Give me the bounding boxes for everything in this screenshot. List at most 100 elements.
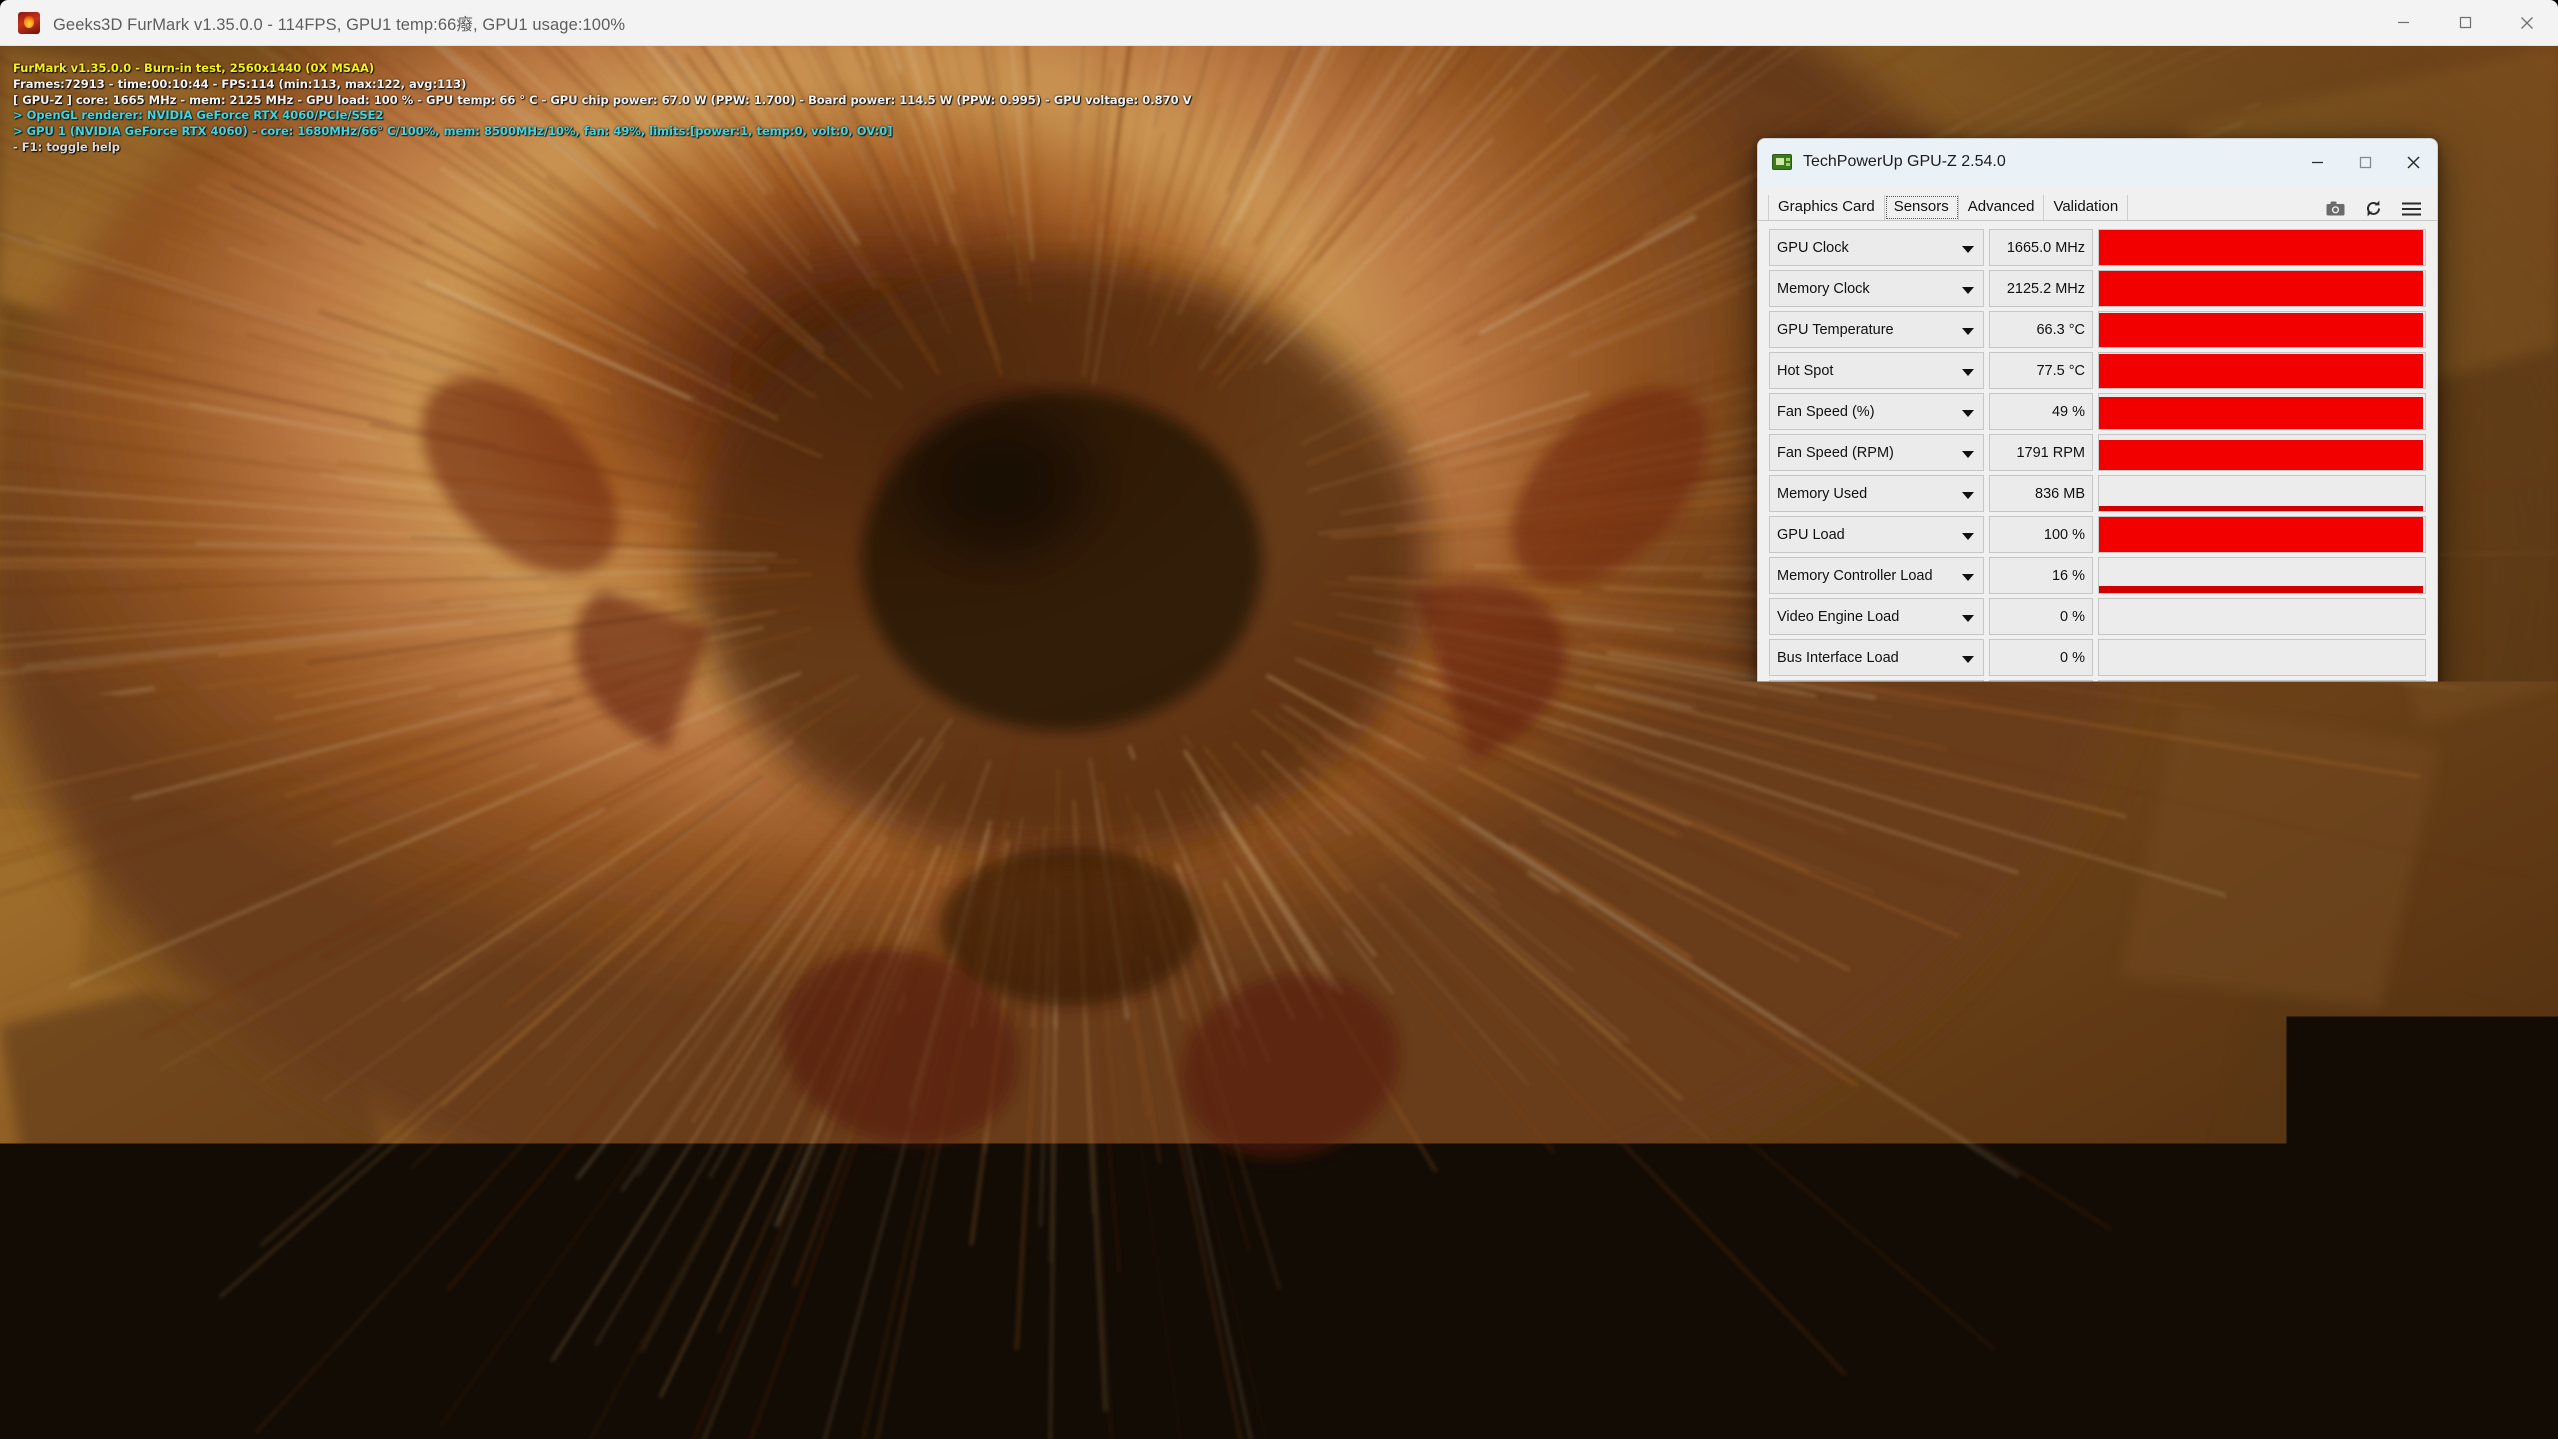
sensor-row: Bus Interface Load 0 % xyxy=(1769,639,2426,676)
furmark-maximize-button[interactable] xyxy=(2434,0,2496,46)
tab-advanced[interactable]: Advanced xyxy=(1959,195,2045,220)
hud-line-gpu1: > GPU 1 (NVIDIA GeForce RTX 4060) - core… xyxy=(13,124,1192,140)
sensor-graph xyxy=(2098,393,2426,430)
gpu-temperature-trace xyxy=(113,1291,2441,1404)
chevron-down-icon xyxy=(1962,779,1974,786)
sensor-name-dropdown[interactable]: GPU Voltage xyxy=(1769,926,1984,963)
sensor-name-dropdown[interactable]: Power Consumption (%) xyxy=(1769,844,1984,881)
sensor-row: PWR_SRC Power Draw 47.5 W xyxy=(1769,762,2426,799)
sensor-row: PWR_SRC Voltage 12.0 V xyxy=(1769,803,2426,840)
sensor-row: Memory Controller Load 16 % xyxy=(1769,557,2426,594)
sensor-name-dropdown[interactable]: PWR_SRC Voltage xyxy=(1769,803,1984,840)
reset-button[interactable]: Reset xyxy=(2319,1204,2423,1238)
sensor-name-dropdown[interactable]: Hot Spot xyxy=(1769,352,1984,389)
sensor-graph-fill xyxy=(2099,517,2423,552)
sensor-name-dropdown[interactable]: GPU Chip Power Draw xyxy=(1769,721,1984,758)
sensor-label: GPU Clock xyxy=(1777,240,1849,256)
furmark-hud-overlay: FurMark v1.35.0.0 - Burn-in test, 2560x1… xyxy=(13,61,1192,156)
sensor-name-dropdown[interactable]: Video Engine Load xyxy=(1769,598,1984,635)
sensor-name-dropdown[interactable]: PerfCap Reason xyxy=(1769,885,1984,922)
sensor-row: Memory Clock 2125.2 MHz xyxy=(1769,270,2426,307)
sensor-row: Hot Spot 77.5 °C xyxy=(1769,352,2426,389)
sensor-label: PerfCap Reason xyxy=(1777,896,1884,912)
close-button-label: Close xyxy=(2243,1258,2280,1274)
gpuz-window-title: TechPowerUp GPU-Z 2.54.0 xyxy=(1803,153,2006,171)
hamburger-menu-icon[interactable] xyxy=(2402,202,2421,216)
sensor-name-dropdown[interactable]: Memory Clock xyxy=(1769,270,1984,307)
tab-graphics-card[interactable]: Graphics Card xyxy=(1768,195,1885,220)
sensor-graph xyxy=(2098,680,2426,717)
sensor-name-dropdown[interactable]: CPU Temperature xyxy=(1769,967,1984,1004)
sensor-graph xyxy=(2098,311,2426,348)
sensor-graph xyxy=(2098,844,2426,881)
sensor-graph xyxy=(2098,803,2426,840)
sensor-name-dropdown[interactable]: Board Power Draw xyxy=(1769,680,1984,717)
close-button[interactable]: Close xyxy=(2210,1249,2314,1283)
sensor-value: 0 % xyxy=(1989,639,2093,676)
sensor-graph xyxy=(2098,1008,2426,1045)
sensor-name-dropdown[interactable]: Bus Interface Load xyxy=(1769,639,1984,676)
chevron-down-icon xyxy=(1962,656,1974,663)
sensor-name-dropdown[interactable]: PWR_SRC Power Draw xyxy=(1769,762,1984,799)
sensor-value: 2125.2 MHz xyxy=(1989,270,2093,307)
sensor-name-dropdown[interactable]: GPU Load xyxy=(1769,516,1984,553)
sensor-name-dropdown[interactable]: Fan Speed (%) xyxy=(1769,393,1984,430)
sensor-value: 6179 MB xyxy=(1989,1008,2093,1045)
sensor-row: Fan Speed (%) 49 % xyxy=(1769,393,2426,430)
sensor-graph xyxy=(2098,639,2426,676)
sensor-label: Memory Clock xyxy=(1777,281,1870,297)
sensor-name-dropdown[interactable]: GPU Clock xyxy=(1769,229,1984,266)
sensor-graph-fill xyxy=(2099,440,2423,470)
sensor-name-dropdown[interactable]: Memory Used xyxy=(1769,475,1984,512)
sensor-name-dropdown[interactable]: Fan Speed (RPM) xyxy=(1769,434,1984,471)
gpuz-bottom-row: NVIDIA GeForce RTX 4060 Close xyxy=(1772,1249,2423,1283)
gpuz-minimize-button[interactable] xyxy=(2293,139,2341,185)
hud-line-renderer: > OpenGL renderer: NVIDIA GeForce RTX 40… xyxy=(13,108,1192,124)
log-to-file-label: Log to file xyxy=(1795,1213,1858,1229)
sensor-row: Video Engine Load 0 % xyxy=(1769,598,2426,635)
sensor-name-dropdown[interactable]: System Memory Used xyxy=(1769,1008,1984,1045)
gpu-temperature-graph: GPU 1: 66° C (min: 46° C - max: 68° C) xyxy=(111,1291,2441,1406)
sensor-graph xyxy=(2098,926,2426,963)
camera-icon[interactable] xyxy=(2326,201,2345,216)
graphics-card-icon xyxy=(1772,154,1792,170)
sensor-name-dropdown[interactable]: GPU Temperature xyxy=(1769,311,1984,348)
sensor-value: 66.3 °C xyxy=(1989,311,2093,348)
sensor-value: 16 % xyxy=(1989,557,2093,594)
sensor-value: 12.0 V xyxy=(1989,803,2093,840)
furmark-minimize-button[interactable] xyxy=(2372,0,2434,46)
sensor-row: GPU Temperature 66.3 °C xyxy=(1769,311,2426,348)
furmark-close-button[interactable] xyxy=(2496,0,2558,46)
tab-validation[interactable]: Validation xyxy=(2044,195,2128,220)
gpu-temperature-graph-label: GPU 1: 66° C (min: 46° C - max: 68° C) xyxy=(125,1311,371,1325)
sensor-value: 1665.0 MHz xyxy=(1989,229,2093,266)
sensor-graph-fill xyxy=(2099,767,2423,798)
chevron-down-icon xyxy=(1962,738,1974,745)
log-to-file-row: Log to file Reset xyxy=(1772,1201,2423,1241)
gpuz-toolbar-icons xyxy=(2326,200,2437,220)
sensor-graph xyxy=(2098,434,2426,471)
sensor-graph-fill xyxy=(2099,682,2423,716)
sensor-name-dropdown[interactable]: Memory Controller Load xyxy=(1769,557,1984,594)
sensor-label: Hot Spot xyxy=(1777,363,1833,379)
furmark-window-controls xyxy=(2372,0,2558,46)
chevron-down-icon xyxy=(1962,410,1974,417)
sensor-graph xyxy=(2098,721,2426,758)
sensor-row: GPU Chip Power Draw 67.0 W xyxy=(1769,721,2426,758)
log-to-file-checkbox[interactable] xyxy=(1772,1213,1789,1230)
gpuz-window: TechPowerUp GPU-Z 2.54.0 Graphics Card Se… xyxy=(1757,138,2438,1296)
sensor-graph xyxy=(2098,598,2426,635)
refresh-icon[interactable] xyxy=(2365,200,2382,217)
sensor-list: GPU Clock 1665.0 MHz Memory Clock 2125.2 MH… xyxy=(1758,221,2437,1045)
sensor-row: Power Consumption (%) 0.0 % TDP xyxy=(1769,844,2426,881)
gpuz-maximize-button[interactable] xyxy=(2341,139,2389,185)
sensor-label: GPU Load xyxy=(1777,527,1845,543)
gpu-select-dropdown[interactable]: NVIDIA GeForce RTX 4060 xyxy=(1772,1249,2190,1283)
gpuz-close-button[interactable] xyxy=(2389,139,2437,185)
sensor-graph xyxy=(2098,229,2426,266)
sensor-graph-fill xyxy=(2099,506,2423,511)
chevron-down-icon xyxy=(1962,492,1974,499)
sensor-label: Video Engine Load xyxy=(1777,609,1899,625)
tab-sensors[interactable]: Sensors xyxy=(1885,195,1959,220)
chevron-down-icon xyxy=(1962,287,1974,294)
